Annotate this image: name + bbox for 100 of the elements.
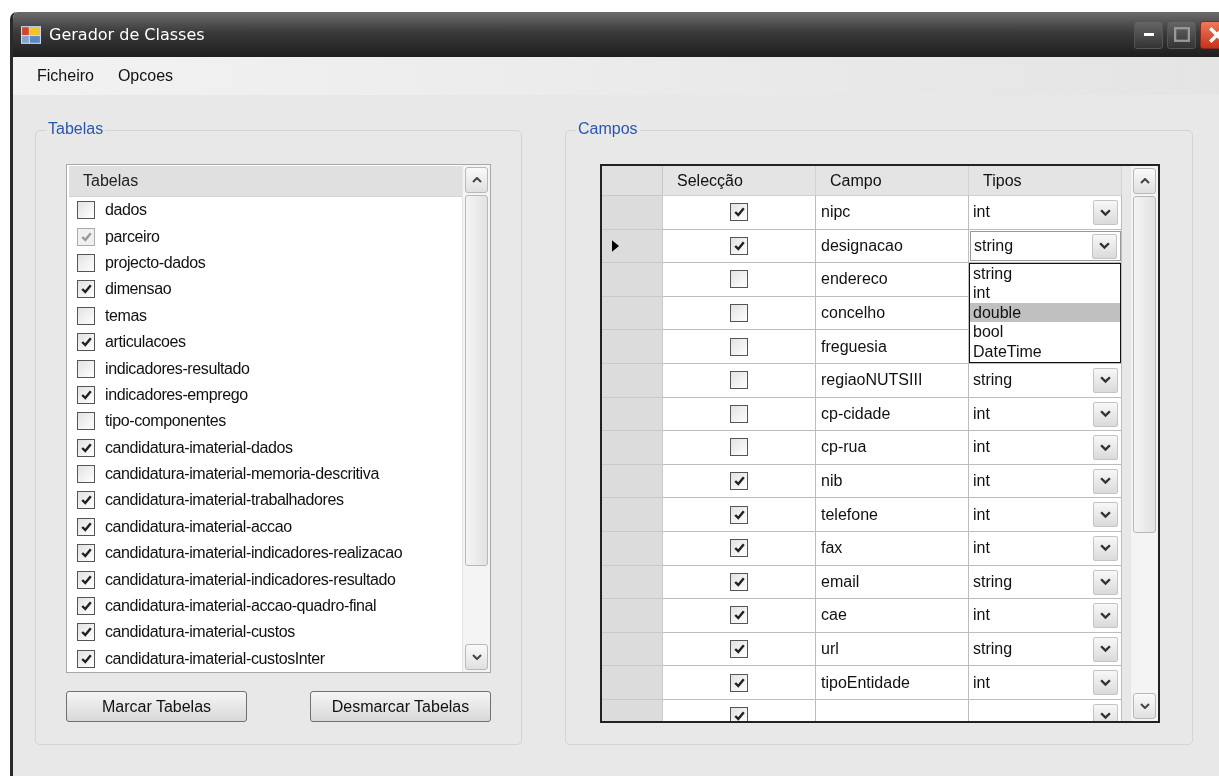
- checkbox[interactable]: [730, 472, 748, 491]
- checkmark-icon: [80, 389, 92, 400]
- type-combo-box[interactable]: int: [969, 431, 1122, 465]
- checkbox[interactable]: [77, 385, 95, 404]
- app-icon: [21, 25, 41, 44]
- checkbox[interactable]: [730, 337, 748, 356]
- checkbox[interactable]: [730, 203, 748, 222]
- list-item[interactable]: temas: [105, 306, 147, 325]
- type-combo-box[interactable]: int: [969, 666, 1122, 700]
- table-cell: cae: [816, 599, 969, 633]
- type-combo-box[interactable]: int: [969, 599, 1122, 633]
- table-cell: endereco: [816, 263, 969, 297]
- checkbox[interactable]: [730, 404, 748, 423]
- checkbox[interactable]: [77, 465, 95, 484]
- list-item[interactable]: candidatura-imaterial-accao: [105, 517, 292, 536]
- column-header[interactable]: Tipos: [969, 166, 1122, 196]
- list-item[interactable]: candidatura-imaterial-custosInter: [105, 649, 325, 668]
- list-item[interactable]: projecto-dados: [105, 253, 206, 272]
- type-combo-box[interactable]: int: [969, 498, 1122, 532]
- checkbox[interactable]: [77, 544, 95, 563]
- table-cell: nib: [816, 464, 969, 499]
- type-combo-box[interactable]: int: [969, 196, 1122, 230]
- action-button[interactable]: Marcar Tabelas: [66, 691, 247, 722]
- checkbox[interactable]: [77, 649, 95, 668]
- checkbox[interactable]: [77, 438, 95, 457]
- list-item[interactable]: candidatura-imaterial-accao-quadro-final: [105, 597, 377, 616]
- checkbox[interactable]: [730, 640, 748, 658]
- checkbox[interactable]: [730, 707, 748, 721]
- checkbox[interactable]: [77, 412, 95, 431]
- type-combo-box[interactable]: string: [969, 363, 1122, 398]
- checkbox[interactable]: [77, 359, 95, 378]
- menu-item[interactable]: Ficheiro: [37, 67, 94, 85]
- checkbox[interactable]: [77, 306, 95, 325]
- scrollbar[interactable]: [1130, 166, 1158, 721]
- scroll-down-button[interactable]: [1133, 693, 1156, 719]
- checkbox[interactable]: [77, 253, 95, 272]
- checkbox[interactable]: [730, 371, 748, 390]
- checkbox[interactable]: [730, 270, 748, 289]
- minimize-button[interactable]: [1134, 20, 1163, 49]
- checkbox[interactable]: [730, 673, 748, 692]
- group-title: Campos: [576, 120, 640, 138]
- list-item[interactable]: articulacoes: [105, 333, 186, 352]
- type-combo-box[interactable]: int: [969, 464, 1122, 499]
- type-combo-box[interactable]: int: [969, 531, 1122, 566]
- column-header[interactable]: Selecção: [663, 166, 816, 196]
- checkbox[interactable]: [77, 201, 95, 220]
- list-item[interactable]: candidatura-imaterial-custos: [105, 623, 295, 642]
- type-combo-box[interactable]: string: [969, 565, 1122, 600]
- scroll-thumb[interactable]: [465, 195, 488, 566]
- table-cell: cp-rua: [816, 431, 969, 465]
- type-combo-box[interactable]: string: [969, 632, 1122, 667]
- scroll-thumb[interactable]: [1133, 196, 1156, 533]
- list-item[interactable]: dados: [105, 201, 147, 220]
- list-item[interactable]: candidatura-imaterial-indicadores-realizacao: [105, 544, 403, 563]
- list-item[interactable]: candidatura-imaterial-trabalhadores: [105, 491, 344, 510]
- menu-item[interactable]: Opcoes: [117, 67, 174, 85]
- checkbox[interactable]: [730, 606, 748, 625]
- checkbox[interactable]: [77, 517, 95, 536]
- checkmark-icon: [80, 521, 92, 532]
- checkbox[interactable]: [730, 438, 748, 457]
- scroll-down-button[interactable]: [465, 644, 488, 670]
- checkbox[interactable]: [77, 623, 95, 642]
- dropdown-option[interactable]: double: [970, 302, 1120, 323]
- table-cell: tipoEntidade: [816, 666, 969, 700]
- scroll-up-button[interactable]: [1133, 168, 1156, 194]
- checkbox[interactable]: [730, 539, 748, 558]
- table-cell: cp-cidade: [816, 397, 969, 432]
- checkbox[interactable]: [730, 236, 748, 255]
- checkbox[interactable]: [730, 304, 748, 323]
- checkbox[interactable]: [77, 280, 95, 299]
- checkbox[interactable]: [77, 570, 95, 589]
- column-header[interactable]: Campo: [816, 166, 969, 196]
- type-combo-box[interactable]: string: [970, 230, 1121, 262]
- checkmark-icon: [733, 644, 745, 654]
- type-combo-box[interactable]: int: [969, 397, 1122, 432]
- list-item[interactable]: candidatura-imaterial-memoria-descritiva: [105, 465, 379, 484]
- list-item[interactable]: candidatura-imaterial-indicadores-resultado: [105, 570, 396, 589]
- checkbox[interactable]: [77, 597, 95, 616]
- list-item[interactable]: dimensao: [105, 280, 172, 299]
- table-cell: fax: [816, 531, 969, 566]
- list-item[interactable]: indicadores-emprego: [105, 385, 248, 404]
- checkmark-icon: [733, 576, 745, 587]
- list-item[interactable]: tipo-componentes: [105, 412, 226, 431]
- scrollbar[interactable]: [462, 165, 490, 672]
- maximize-button[interactable]: [1167, 20, 1196, 49]
- checkbox[interactable]: [77, 333, 95, 352]
- checkbox[interactable]: [730, 572, 748, 591]
- caret-down-icon: [1139, 703, 1150, 709]
- dropdown-option[interactable]: int: [970, 283, 1120, 303]
- list-item[interactable]: indicadores-resultado: [105, 359, 250, 378]
- checkbox[interactable]: [730, 505, 748, 524]
- checkmark-icon: [80, 574, 92, 585]
- table-cell: telefone: [816, 498, 969, 532]
- scroll-up-button[interactable]: [465, 167, 488, 193]
- action-button[interactable]: Desmarcar Tabelas: [310, 691, 491, 722]
- dropdown-option[interactable]: string: [970, 263, 1120, 284]
- checkbox[interactable]: [77, 491, 95, 510]
- dropdown-option[interactable]: bool: [970, 322, 1120, 342]
- dropdown-option[interactable]: DateTime: [970, 341, 1120, 362]
- list-item[interactable]: candidatura-imaterial-dados: [105, 438, 293, 457]
